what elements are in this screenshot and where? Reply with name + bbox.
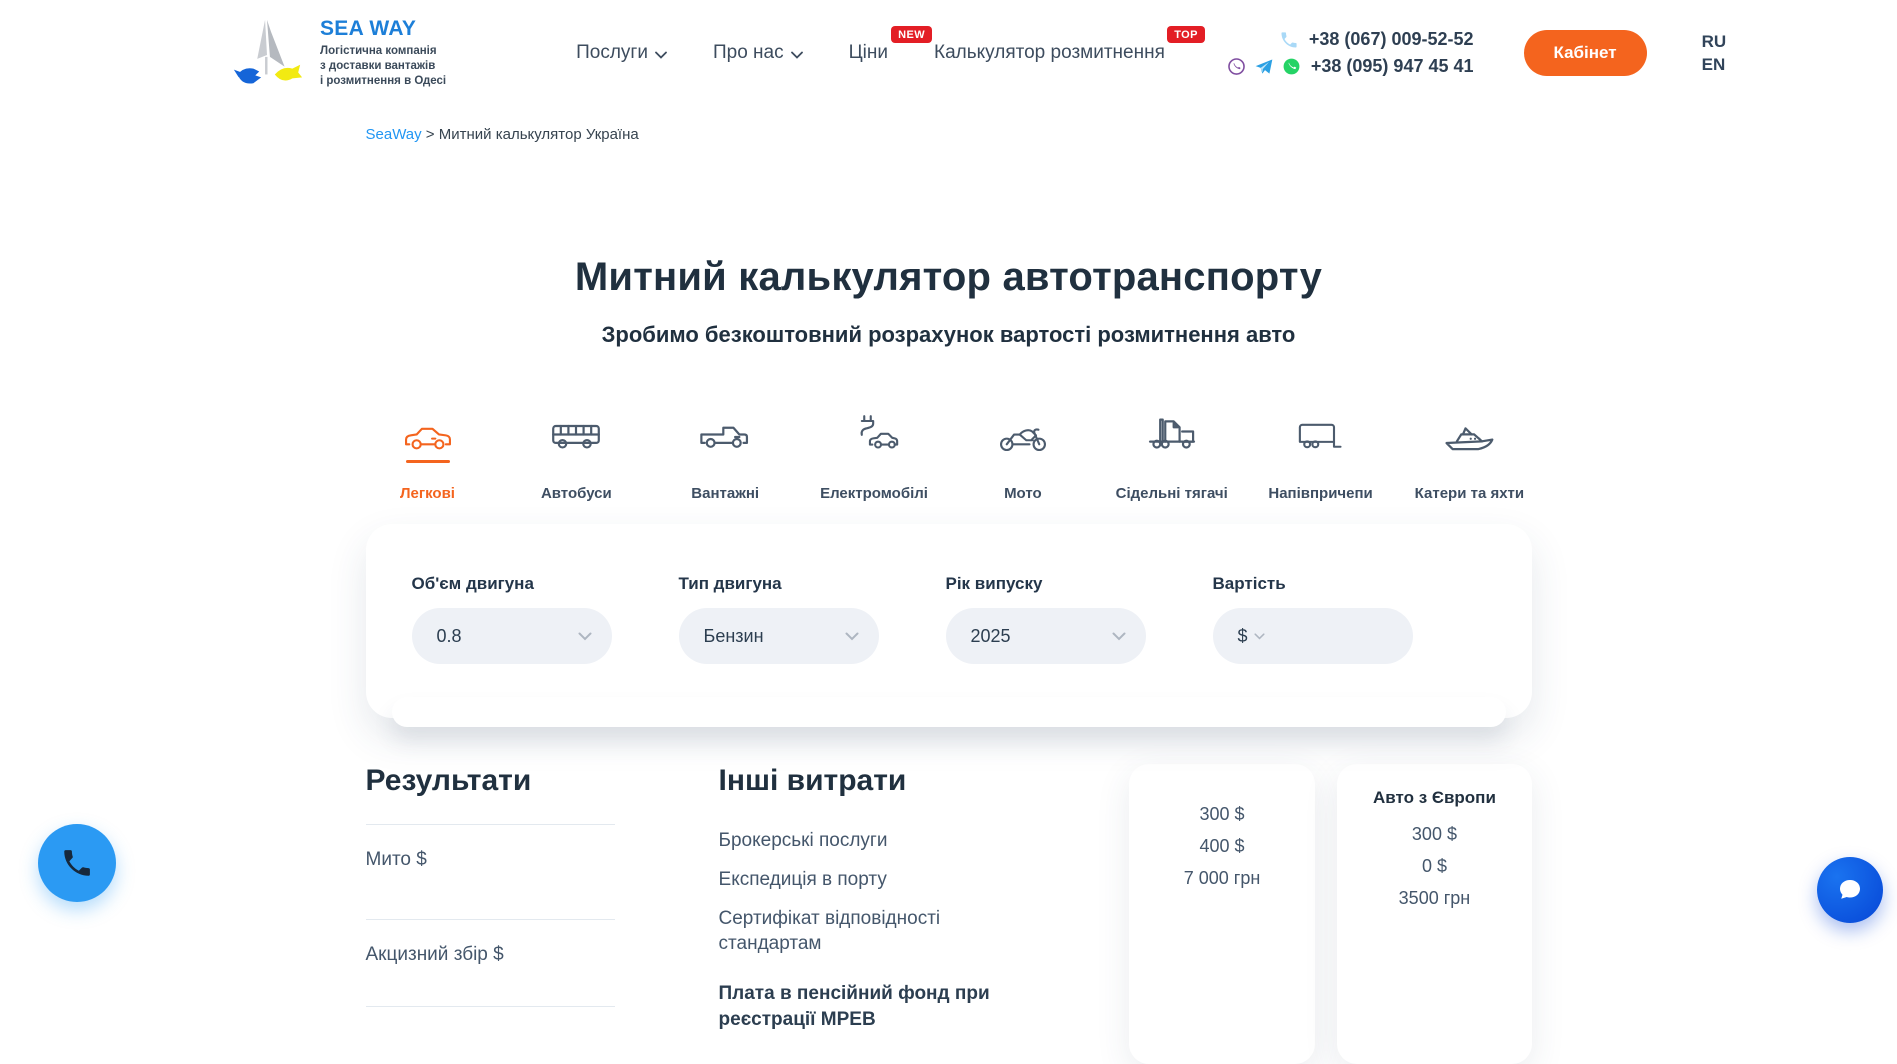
price-card-title: Авто з Європи [1337, 788, 1531, 808]
chevron-down-icon [655, 51, 667, 59]
currency-select[interactable]: $ [1238, 626, 1265, 647]
lang-ru[interactable]: RU [1702, 32, 1727, 52]
nav-services[interactable]: Послуги [576, 42, 667, 64]
year-select[interactable]: 2025 [946, 608, 1146, 664]
call-fab-button[interactable] [38, 824, 116, 902]
result-row-excise: Акцизний збір $ [366, 919, 615, 988]
cost-item: Експедиція в порту [719, 867, 1021, 893]
viber-icon[interactable] [1227, 57, 1246, 76]
calculator-form-card: Об'єм двигуна 0.8 Тип двигуна Бензин Рік… [366, 524, 1532, 718]
chevron-down-icon [1112, 632, 1126, 641]
nav-prices[interactable]: Ціни NEW [849, 42, 888, 64]
phone-icon [60, 846, 94, 880]
engine-type-select[interactable]: Бензин [679, 608, 879, 664]
vehicle-type-tabs: Легкові Автобуси Вантажні Електромобілі [359, 412, 1539, 502]
price-card-europe: Авто з Європи 300 $ 0 $ 3500 грн [1337, 764, 1531, 1064]
chevron-down-icon [1254, 633, 1265, 640]
telegram-icon[interactable] [1254, 57, 1274, 77]
results-column: Результати Мито $ Акцизний збір $ [366, 764, 615, 1064]
tab-buses[interactable]: Автобуси [507, 412, 645, 502]
other-costs-column: Інші витрати Брокерські послуги Експедиц… [719, 764, 1021, 1064]
chevron-down-icon [845, 632, 859, 641]
breadcrumb-current: Митний калькулятор Україна [439, 126, 639, 143]
result-row-duty: Мито $ [366, 824, 615, 893]
tab-trucks[interactable]: Вантажні [656, 412, 794, 502]
engine-volume-select[interactable]: 0.8 [412, 608, 612, 664]
phone-number-2[interactable]: +38 (095) 947 45 41 [1311, 56, 1474, 77]
cabinet-button[interactable]: Кабінет [1524, 30, 1647, 76]
chat-fab-button[interactable] [1817, 857, 1883, 923]
logo-text: SEA WAY Логістична компанія з доставки в… [320, 17, 446, 90]
cost-input[interactable] [1273, 626, 1393, 647]
nav-calculator[interactable]: Калькулятор розмитнення TOP [934, 42, 1165, 64]
tab-motorcycles[interactable]: Мото [954, 412, 1092, 502]
chevron-down-icon [578, 632, 592, 641]
bus-icon [549, 418, 603, 456]
tab-semi-trailers[interactable]: Напівпричепи [1252, 412, 1390, 502]
language-switcher: RU EN [1702, 32, 1727, 75]
field-engine-volume: Об'єм двигуна 0.8 [412, 574, 612, 664]
header: SEA WAY Логістична компанія з доставки в… [0, 0, 1897, 102]
price-value: 0 $ [1337, 856, 1531, 877]
price-card-standard: 300 $ 400 $ 7 000 грн [1129, 764, 1316, 1064]
tab-cars[interactable]: Легкові [359, 412, 497, 502]
main-nav: Послуги Про нас Ціни NEW Калькулятор роз… [576, 42, 1165, 64]
price-value: 3500 грн [1337, 888, 1531, 909]
price-value: 400 $ [1129, 836, 1316, 857]
other-costs-title: Інші витрати [719, 764, 1021, 798]
seaway-logo-icon [228, 14, 306, 92]
tab-boats-yachts[interactable]: Катери та яхти [1400, 412, 1538, 502]
new-badge: NEW [891, 26, 932, 43]
semi-truck-icon [1145, 412, 1199, 456]
phone-number-1[interactable]: +38 (067) 009-52-52 [1309, 29, 1474, 50]
field-engine-type: Тип двигуна Бензин [679, 574, 879, 664]
whatsapp-icon[interactable] [1282, 57, 1301, 76]
breadcrumb: SeaWay > Митний калькулятор Україна [366, 126, 1532, 143]
phone-icon [1279, 30, 1299, 50]
tab-semi-trucks[interactable]: Сідельні тягачі [1103, 412, 1241, 502]
chat-bubble-icon [1835, 875, 1865, 905]
price-value: 7 000 грн [1129, 868, 1316, 889]
phone-row-2: +38 (095) 947 45 41 [1227, 56, 1474, 77]
car-icon [402, 418, 454, 456]
results-title: Результати [366, 764, 615, 798]
lang-en[interactable]: EN [1702, 55, 1727, 75]
trailer-icon [1295, 418, 1347, 456]
cost-field: $ [1213, 608, 1413, 664]
logo[interactable]: SEA WAY Логістична компанія з доставки в… [228, 14, 446, 92]
phone-row-1: +38 (067) 009-52-52 [1227, 29, 1474, 50]
result-divider [366, 1006, 615, 1007]
chevron-down-icon [791, 51, 803, 59]
page-subtitle: Зробимо безкоштовний розрахунок вартості… [0, 322, 1897, 348]
cost-item-pension-fund: Плата в пенсійний фонд при реєстрації МР… [719, 981, 1021, 1033]
field-cost: Вартість $ [1213, 574, 1413, 664]
tab-electric-cars[interactable]: Електромобілі [805, 412, 943, 502]
breadcrumb-separator: > [422, 126, 439, 143]
cost-item: Сертифікат відповідності стандартам [719, 906, 1021, 958]
field-year: Рік випуску 2025 [946, 574, 1146, 664]
top-badge: TOP [1167, 26, 1205, 43]
yacht-icon [1441, 418, 1497, 456]
logo-tagline: Логістична компанія з доставки вантажів … [320, 44, 446, 90]
results-section: Результати Мито $ Акцизний збір $ Інші в… [366, 764, 1532, 1064]
nav-about[interactable]: Про нас [713, 42, 803, 64]
messenger-icons [1227, 57, 1301, 77]
price-value: 300 $ [1337, 824, 1531, 845]
motorcycle-icon [997, 418, 1049, 456]
hero: Митний калькулятор автотранспорту Зробим… [0, 255, 1897, 348]
breadcrumb-home-link[interactable]: SeaWay [366, 126, 422, 143]
header-contacts: +38 (067) 009-52-52 +38 (095) 947 45 41 [1227, 29, 1484, 77]
price-value: 300 $ [1129, 804, 1316, 825]
truck-icon [698, 418, 752, 456]
electric-car-icon [848, 412, 900, 456]
page-title: Митний калькулятор автотранспорту [0, 255, 1897, 300]
cost-item: Брокерські послуги [719, 828, 1021, 854]
logo-title: SEA WAY [320, 17, 446, 41]
active-tab-underline [406, 460, 450, 463]
